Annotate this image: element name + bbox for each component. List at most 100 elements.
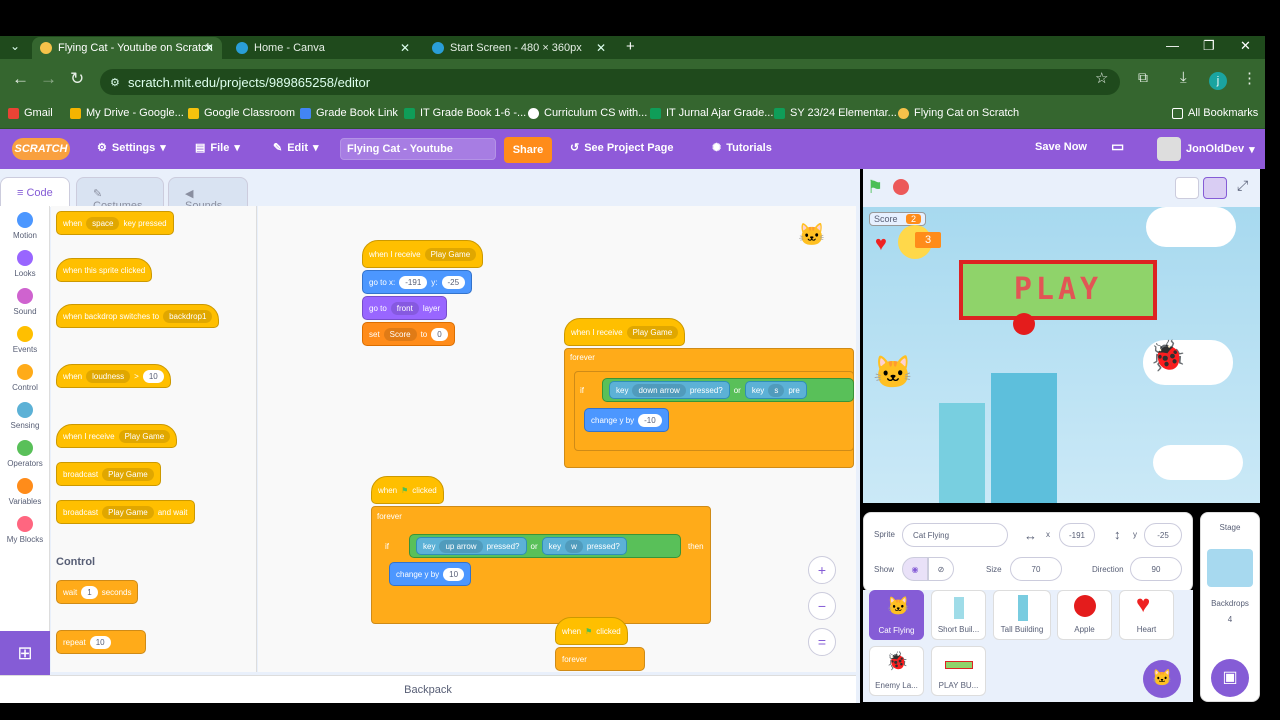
back-icon[interactable]: ←	[12, 69, 29, 89]
palette-block[interactable]: when space key pressed	[56, 211, 174, 235]
hide-icon[interactable]: ⊘	[928, 557, 954, 581]
category-sensing[interactable]: Sensing	[0, 402, 50, 430]
sprite-tile-apple[interactable]: Apple	[1057, 590, 1112, 640]
fullscreen-icon[interactable]: ⤢	[1237, 177, 1248, 194]
backpack-bar[interactable]: Backpack	[0, 675, 856, 703]
forward-icon[interactable]: →	[40, 69, 57, 89]
tab-code[interactable]: ≡ Code	[0, 177, 70, 207]
category-motion[interactable]: Motion	[0, 212, 50, 240]
stage-canvas[interactable]: Score 2 ♥ 3 PLAY 🐱 🐞	[863, 207, 1260, 503]
bookmark-it-jurnal[interactable]: IT Jurnal Ajar Grade...	[650, 107, 773, 119]
sprite-tile-cat-flying[interactable]: 🐱 Cat Flying	[869, 590, 924, 640]
y-input[interactable]: -25	[1144, 523, 1182, 547]
file-menu[interactable]: ▤ File ▾	[195, 141, 240, 155]
close-window-icon[interactable]: ✕	[1240, 38, 1251, 54]
category-my-blocks[interactable]: My Blocks	[0, 516, 50, 544]
script-block[interactable]: go to x: -191 y: -25	[362, 270, 473, 294]
or-operator[interactable]: key down arrow pressed? or key s pre	[602, 378, 854, 402]
key-pressed-block[interactable]: key down arrow pressed?	[609, 381, 730, 399]
bookmark-star-icon[interactable]: ☆	[1095, 69, 1108, 87]
download-icon[interactable]: ⤓	[1180, 69, 1187, 86]
scratch-logo[interactable]: SCRATCH	[12, 138, 70, 160]
bookmark-gmail[interactable]: Gmail	[8, 107, 53, 119]
new-tab-icon[interactable]: +	[626, 38, 635, 55]
category-control[interactable]: Control	[0, 364, 50, 392]
restore-icon[interactable]: ❐	[1203, 38, 1215, 54]
browser-menu-icon[interactable]: ⋮	[1242, 69, 1257, 87]
key-pressed-block[interactable]: key up arrow pressed?	[416, 537, 527, 555]
stage-panel[interactable]: Stage Backdrops 4 ▣	[1200, 512, 1260, 702]
palette-block[interactable]: broadcast Play Game and wait	[56, 500, 195, 524]
zoom-in-icon[interactable]: +	[808, 556, 836, 584]
see-project-page-button[interactable]: ↺ See Project Page	[570, 141, 674, 155]
stop-icon[interactable]	[893, 179, 909, 195]
green-flag-icon[interactable]: ⚑	[867, 177, 883, 198]
script-block[interactable]: forever	[555, 647, 645, 671]
bookmark-flying-cat[interactable]: Flying Cat on Scratch	[898, 107, 1019, 119]
script-block[interactable]: set Score to 0	[362, 322, 455, 346]
small-stage-icon[interactable]	[1175, 177, 1199, 199]
tab-search-icon[interactable]: ⌄	[10, 39, 20, 53]
minimize-icon[interactable]: —	[1166, 38, 1179, 53]
sprite-tile-heart[interactable]: ♥ Heart	[1119, 590, 1174, 640]
category-events[interactable]: Events	[0, 326, 50, 354]
edit-menu[interactable]: ✎ Edit ▾	[273, 141, 319, 155]
reload-icon[interactable]: ↻	[70, 69, 84, 89]
extensions-icon[interactable]: ⧉	[1138, 69, 1148, 86]
category-variables[interactable]: Variables	[0, 478, 50, 506]
key-pressed-block[interactable]: key s pre	[744, 381, 807, 399]
bookmark-sy[interactable]: SY 23/24 Elementar...	[774, 107, 897, 119]
palette-block[interactable]: when backdrop switches to backdrop1	[56, 304, 220, 328]
direction-input[interactable]: 90	[1130, 557, 1182, 581]
script-block[interactable]: change y by 10	[389, 562, 472, 586]
tab-flying-cat[interactable]: Flying Cat - Youtube on Scratch ✕	[32, 37, 222, 59]
script-block[interactable]: when I receive Play Game	[564, 318, 686, 346]
save-now-button[interactable]: Save Now	[1035, 141, 1087, 153]
tab-costumes[interactable]: ✎ Costumes	[76, 177, 164, 212]
close-tab-icon[interactable]: ✕	[204, 41, 214, 55]
bookmark-grade-book[interactable]: Grade Book Link	[300, 107, 398, 119]
add-sprite-icon[interactable]: 🐱	[1143, 660, 1181, 698]
bookmark-curriculum[interactable]: Curriculum CS with...	[528, 107, 647, 119]
tutorials-button[interactable]: ✺ Tutorials	[712, 141, 772, 155]
script-block[interactable]: when I receive Play Game	[362, 240, 484, 268]
x-input[interactable]: -191	[1059, 523, 1095, 547]
show-visible-icon[interactable]: ◉	[902, 557, 928, 581]
add-extension-button[interactable]: ⊞	[0, 631, 50, 675]
user-menu[interactable]: JonOldDev ▾	[1157, 137, 1255, 161]
palette-block[interactable]: broadcast Play Game	[56, 462, 161, 486]
size-input[interactable]: 70	[1010, 557, 1062, 581]
or-operator[interactable]: key up arrow pressed? or key w pressed?	[409, 534, 681, 558]
sprite-tile-short-building[interactable]: Short Buil...	[931, 590, 986, 640]
add-backdrop-icon[interactable]: ▣	[1211, 659, 1249, 697]
profile-avatar[interactable]: j	[1209, 72, 1227, 90]
url-field[interactable]: ⚙ scratch.mit.edu/projects/989865258/edi…	[100, 69, 1120, 95]
palette-block[interactable]: when loudness >10	[56, 364, 171, 388]
site-info-icon[interactable]: ⚙	[110, 76, 120, 89]
sprite-tile-tall-building[interactable]: Tall Building	[993, 590, 1051, 640]
close-tab-icon[interactable]: ✕	[596, 41, 606, 55]
palette-block[interactable]: when I receive Play Game	[56, 424, 178, 448]
close-tab-icon[interactable]: ✕	[400, 41, 410, 55]
sprite-name-input[interactable]: Cat Flying	[902, 523, 1008, 547]
play-button-sprite[interactable]: PLAY	[959, 260, 1157, 320]
all-bookmarks[interactable]: All Bookmarks	[1172, 107, 1258, 119]
bookmark-classroom[interactable]: Google Classroom	[188, 107, 295, 119]
palette-block[interactable]: when this sprite clicked	[56, 258, 153, 282]
sprite-tile-play-button[interactable]: PLAY BU...	[931, 646, 986, 696]
tab-start-screen[interactable]: Start Screen - 480 × 360px ✕	[424, 37, 614, 59]
zoom-reset-icon[interactable]: =	[808, 628, 836, 656]
key-pressed-block[interactable]: key w pressed?	[541, 537, 627, 555]
category-operators[interactable]: Operators	[0, 440, 50, 468]
palette-block[interactable]: repeat 10	[56, 630, 146, 654]
script-block[interactable]: when ⚑ clicked	[371, 476, 444, 504]
category-looks[interactable]: Looks	[0, 250, 50, 278]
sprite-tile-enemy[interactable]: 🐞 Enemy La...	[869, 646, 924, 696]
tab-canva[interactable]: Home - Canva ✕	[228, 37, 418, 59]
palette-block[interactable]: wait 1 seconds	[56, 580, 139, 604]
zoom-out-icon[interactable]: −	[808, 592, 836, 620]
script-block[interactable]: when ⚑ clicked	[555, 617, 628, 645]
script-area[interactable]: when I receive Play Game go to x: -191 y: -2…	[258, 206, 856, 672]
tab-sounds[interactable]: ◀ Sounds	[168, 177, 248, 212]
category-sound[interactable]: Sound	[0, 288, 50, 316]
